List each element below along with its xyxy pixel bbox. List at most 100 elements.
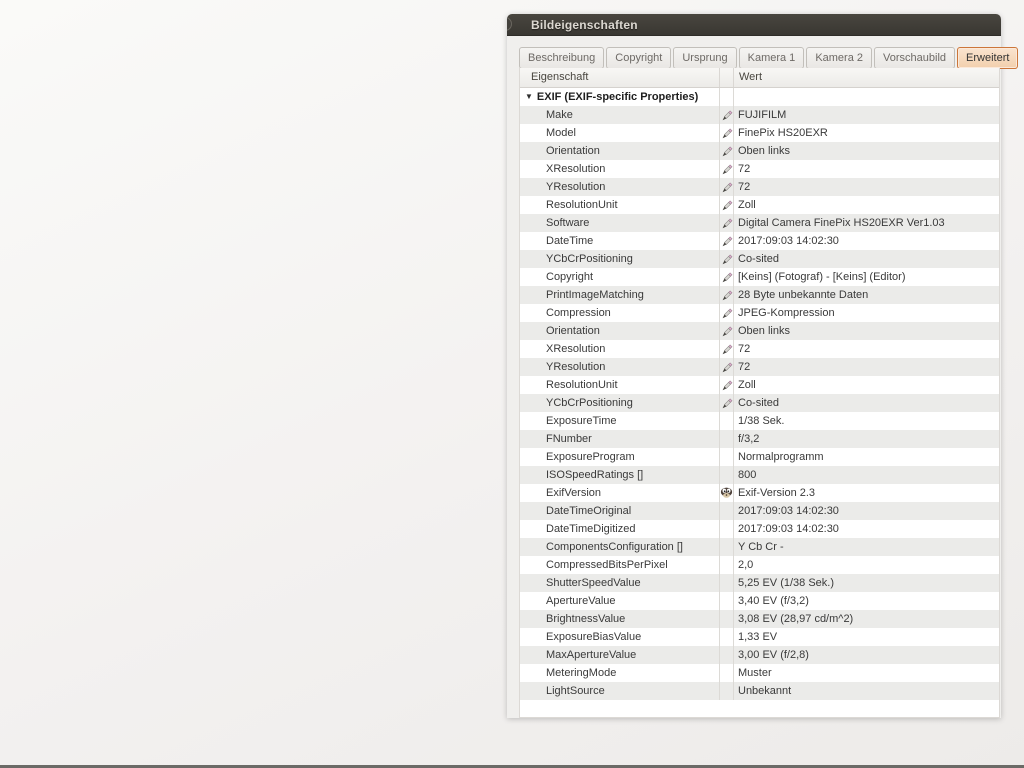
pencil-icon bbox=[719, 394, 734, 412]
table-row[interactable]: YResolution 72 bbox=[520, 358, 999, 376]
property-value: 2017:09:03 14:02:30 bbox=[738, 235, 839, 247]
icon-cell-empty bbox=[719, 430, 734, 448]
table-row[interactable]: ResolutionUnit Zoll bbox=[520, 376, 999, 394]
table-row[interactable]: ApertureValue 3,40 EV (f/3,2) bbox=[520, 592, 999, 610]
pencil-icon bbox=[719, 142, 734, 160]
table-row[interactable]: PrintImageMatching 28 Byte unbekannte Dat… bbox=[520, 286, 999, 304]
table-row[interactable]: ExposureBiasValue 1,33 EV bbox=[520, 628, 999, 646]
property-name: ShutterSpeedValue bbox=[546, 577, 641, 589]
table-row[interactable]: Orientation Oben links bbox=[520, 142, 999, 160]
window-titlebar[interactable]: Bildeigenschaften bbox=[507, 14, 1001, 36]
tab-copyright[interactable]: Copyright bbox=[606, 47, 672, 69]
tab-kamera-2[interactable]: Kamera 2 bbox=[806, 47, 873, 69]
table-row[interactable]: ResolutionUnit Zoll bbox=[520, 196, 999, 214]
property-value: 72 bbox=[738, 181, 751, 193]
table-row[interactable]: DateTime 2017:09:03 14:02:30 bbox=[520, 232, 999, 250]
table-row[interactable]: XResolution 72 bbox=[520, 340, 999, 358]
icon-cell-empty bbox=[719, 664, 734, 682]
table-row[interactable]: Model FinePix HS20EXR bbox=[520, 124, 999, 142]
table-row[interactable]: Orientation Oben links bbox=[520, 322, 999, 340]
property-value: [Keins] (Fotograf) - [Keins] (Editor) bbox=[738, 271, 906, 283]
pencil-icon bbox=[719, 268, 734, 286]
table-row[interactable]: YCbCrPositioning Co-sited bbox=[520, 250, 999, 268]
table-row[interactable]: Make FUJIFILM bbox=[520, 106, 999, 124]
property-name: ExifVersion bbox=[546, 487, 602, 499]
property-name: YResolution bbox=[546, 361, 606, 373]
property-value: 2017:09:03 14:02:30 bbox=[738, 523, 839, 535]
pencil-icon bbox=[719, 196, 734, 214]
property-value: Muster bbox=[738, 667, 772, 679]
icon-cell-empty bbox=[719, 502, 734, 520]
icon-cell-empty bbox=[719, 412, 734, 430]
property-name: ComponentsConfiguration [] bbox=[546, 541, 683, 553]
pencil-icon bbox=[719, 322, 734, 340]
table-row[interactable]: MaxApertureValue 3,00 EV (f/2,8) bbox=[520, 646, 999, 664]
table-row[interactable]: BrightnessValue 3,08 EV (28,97 cd/m^2) bbox=[520, 610, 999, 628]
property-value: 2,0 bbox=[738, 559, 754, 571]
property-value: 3,40 EV (f/3,2) bbox=[738, 595, 809, 607]
property-name: Software bbox=[546, 217, 590, 229]
icon-cell-empty bbox=[719, 556, 734, 574]
pencil-icon bbox=[719, 232, 734, 250]
property-name: XResolution bbox=[546, 343, 606, 355]
pencil-icon bbox=[719, 304, 734, 322]
tab-ursprung[interactable]: Ursprung bbox=[673, 47, 737, 69]
tab-beschreibung[interactable]: Beschreibung bbox=[519, 47, 605, 69]
table-row[interactable]: Copyright [Keins] (Fotograf) - [Keins] (E… bbox=[520, 268, 999, 286]
icon-cell-empty bbox=[719, 628, 734, 646]
property-name: LightSource bbox=[546, 685, 605, 697]
exif-properties-table: Eigenschaft Wert ▼ EXIF (EXIF-specific Pr… bbox=[519, 68, 1000, 718]
property-name: Orientation bbox=[546, 325, 600, 337]
property-value: 1/38 Sek. bbox=[738, 415, 785, 427]
table-row[interactable]: FNumber f/3,2 bbox=[520, 430, 999, 448]
table-row[interactable]: YCbCrPositioning Co-sited bbox=[520, 394, 999, 412]
property-value: JPEG-Kompression bbox=[738, 307, 835, 319]
table-row[interactable]: ShutterSpeedValue 5,25 EV (1/38 Sek.) bbox=[520, 574, 999, 592]
tab-kamera-1[interactable]: Kamera 1 bbox=[738, 47, 805, 69]
table-row[interactable]: YResolution 72 bbox=[520, 178, 999, 196]
pencil-icon bbox=[719, 106, 734, 124]
property-value: 2017:09:03 14:02:30 bbox=[738, 505, 839, 517]
tab-erweitert[interactable]: Erweitert bbox=[957, 47, 1019, 69]
pencil-icon bbox=[719, 160, 734, 178]
property-value: Exif-Version 2.3 bbox=[738, 487, 816, 499]
table-header-row: Eigenschaft Wert bbox=[520, 68, 999, 88]
pencil-icon bbox=[719, 340, 734, 358]
property-value: Unbekannt bbox=[738, 685, 792, 697]
gimp-wilber-icon bbox=[719, 484, 734, 502]
property-name: BrightnessValue bbox=[546, 613, 626, 625]
table-row[interactable]: MeteringMode Muster bbox=[520, 664, 999, 682]
property-name: ExposureTime bbox=[546, 415, 617, 427]
table-row[interactable]: LightSource Unbekannt bbox=[520, 682, 999, 700]
property-value: f/3,2 bbox=[738, 433, 760, 445]
table-row[interactable]: XResolution 72 bbox=[520, 160, 999, 178]
table-row[interactable]: ExifVersion Exif-Version 2.3 bbox=[520, 484, 999, 502]
table-row[interactable]: Compression JPEG-Kompression bbox=[520, 304, 999, 322]
table-row[interactable]: ExposureTime 1/38 Sek. bbox=[520, 412, 999, 430]
icon-cell-empty bbox=[719, 574, 734, 592]
tab-vorschaubild[interactable]: Vorschaubild bbox=[874, 47, 956, 69]
property-name: ExposureProgram bbox=[546, 451, 635, 463]
table-row[interactable]: Software Digital Camera FinePix HS20EXR V… bbox=[520, 214, 999, 232]
notebook-tabbar: Beschreibung Copyright Ursprung Kamera 1 Kam… bbox=[519, 46, 1019, 69]
group-header-row[interactable]: ▼ EXIF (EXIF-specific Properties) bbox=[520, 88, 999, 106]
property-name: DateTime bbox=[546, 235, 594, 247]
pencil-icon bbox=[719, 250, 734, 268]
expander-triangle-icon[interactable]: ▼ bbox=[525, 88, 533, 106]
icon-cell-empty bbox=[719, 448, 734, 466]
property-name: Orientation bbox=[546, 145, 600, 157]
pencil-icon bbox=[719, 214, 734, 232]
pencil-icon bbox=[719, 286, 734, 304]
property-name: Model bbox=[546, 127, 576, 139]
column-header-property: Eigenschaft bbox=[531, 71, 589, 83]
table-row[interactable]: ExposureProgram Normalprogramm bbox=[520, 448, 999, 466]
table-row[interactable]: DateTimeDigitized 2017:09:03 14:02:30 bbox=[520, 520, 999, 538]
table-row[interactable]: DateTimeOriginal 2017:09:03 14:02:30 bbox=[520, 502, 999, 520]
property-value: Digital Camera FinePix HS20EXR Ver1.03 bbox=[738, 217, 945, 229]
window-title: Bildeigenschaften bbox=[531, 17, 638, 32]
table-row[interactable]: CompressedBitsPerPixel 2,0 bbox=[520, 556, 999, 574]
table-row[interactable]: ISOSpeedRatings [] 800 bbox=[520, 466, 999, 484]
group-title: EXIF (EXIF-specific Properties) bbox=[536, 91, 699, 103]
table-row[interactable]: ComponentsConfiguration [] Y Cb Cr - bbox=[520, 538, 999, 556]
property-value: Y Cb Cr - bbox=[738, 541, 784, 553]
